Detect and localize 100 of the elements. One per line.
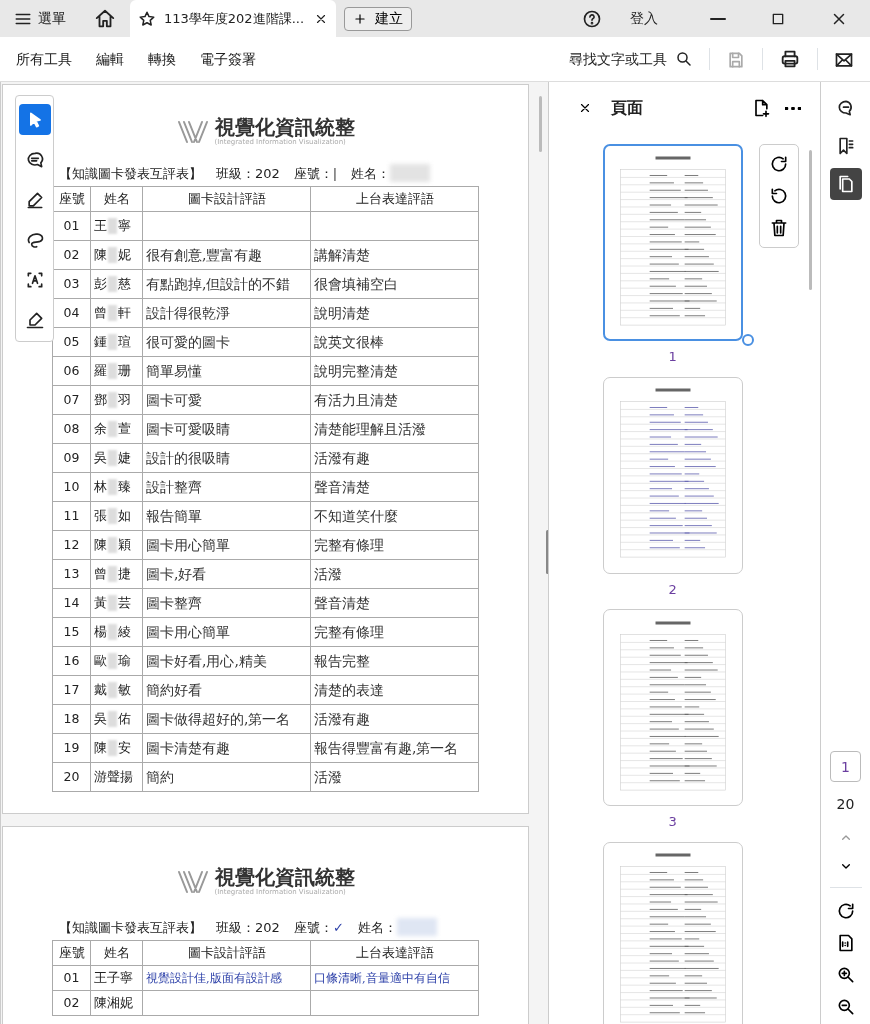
- handwritten-comment: 簡約好看: [146, 681, 202, 698]
- seat-label: 座號：: [293, 165, 333, 181]
- seat-number: 17: [52, 675, 91, 705]
- print-icon: [779, 48, 801, 70]
- page-number: 2: [668, 580, 677, 599]
- name-label: 姓名：: [351, 164, 391, 183]
- toolbar-menu-item[interactable]: 轉換: [148, 48, 176, 70]
- student-name: 吳 佑: [94, 710, 131, 726]
- logo-icon: [176, 119, 211, 146]
- page-total: 20: [836, 795, 855, 814]
- handwritten-comment: 聲音清楚: [314, 478, 370, 495]
- handwritten-comment: 圖卡用心簡單: [146, 623, 230, 640]
- blurred-name: [390, 164, 431, 183]
- page-number-field[interactable]: 1: [830, 751, 862, 782]
- sign-icon: [24, 309, 45, 330]
- seat-number: 11: [52, 501, 91, 531]
- handwritten-comment: 活潑有趣: [314, 710, 370, 727]
- handwritten-comment: 很可愛的圖卡: [146, 333, 230, 350]
- column-header: 圖卡設計評語: [142, 940, 311, 966]
- tab-title[interactable]: 113學年度202進階課...: [164, 8, 306, 29]
- seat-number: 16: [52, 646, 91, 676]
- help-icon: [582, 8, 602, 29]
- document-tab[interactable]: 113學年度202進階課...: [130, 0, 336, 37]
- minimize-icon: [710, 17, 726, 20]
- logo-icon: [176, 869, 211, 896]
- seat-number: 02: [52, 990, 91, 1016]
- seat-number: 18: [52, 704, 91, 734]
- pointer-tool[interactable]: [18, 104, 51, 135]
- seat-number: 07: [52, 385, 91, 415]
- student-name: 戴 敏: [94, 681, 131, 697]
- handwritten-comment: 圖卡做得超好的,第一名: [146, 710, 291, 727]
- toolbar-menu-item[interactable]: 所有工具: [16, 48, 72, 70]
- student-name: 王子寧: [94, 969, 133, 985]
- more-icon: [785, 106, 802, 110]
- student-name: 鍾 瑄: [94, 333, 131, 349]
- handwritten-comment: 不知道笑什麼: [314, 507, 398, 524]
- page-thumbnail[interactable]: [602, 841, 743, 1024]
- handwritten-comment: 視覺設計佳,版面有設計感: [146, 970, 282, 985]
- column-header: 上台表達評語: [310, 186, 479, 212]
- name-label: 姓名：: [357, 918, 397, 937]
- handwritten-comment: 清楚能理解且活潑: [314, 420, 426, 437]
- student-name: 陳 安: [94, 739, 131, 755]
- class-label: 班級：202: [216, 918, 280, 937]
- handwritten-comment: 圖卡,好看: [146, 565, 207, 582]
- student-name: 王 寧: [94, 217, 131, 233]
- handwritten-comment: 有點跑掉,但設計的不錯: [146, 275, 291, 292]
- menu-button[interactable]: 選單: [8, 0, 72, 37]
- print-button[interactable]: [779, 48, 801, 70]
- blurred-name: [396, 918, 437, 937]
- handwritten-comment: 設計的很吸睛: [146, 449, 230, 466]
- toolbar-menu-item[interactable]: 電子簽署: [200, 48, 256, 70]
- page-thumbnail[interactable]: [602, 144, 743, 341]
- handwritten-comment: 報告簡單: [146, 507, 202, 524]
- pages-panel-button[interactable]: [829, 168, 862, 200]
- handwritten-comment: 有活力且清楚: [314, 391, 398, 408]
- resize-handle[interactable]: [742, 334, 755, 346]
- student-name: 楊 綾: [94, 623, 131, 639]
- student-name: 張 如: [94, 507, 131, 523]
- handwritten-comment: 口條清晰,音量適中有自信: [314, 970, 450, 985]
- star-icon[interactable]: [138, 9, 156, 28]
- handwritten-comment: 完整有條理: [314, 623, 384, 640]
- seat-number: 08: [52, 414, 91, 444]
- seat-number: 15: [52, 617, 91, 647]
- search-button[interactable]: 尋找文字或工具: [569, 48, 693, 70]
- handwritten-comment: 講解清楚: [314, 246, 370, 263]
- page-number: 3: [668, 813, 677, 831]
- seat-number: 13: [52, 559, 91, 589]
- scrollbar[interactable]: [539, 96, 542, 152]
- scrollbar[interactable]: [809, 150, 813, 290]
- page-thumbnail[interactable]: [602, 609, 743, 806]
- seat-number: 19: [52, 733, 91, 763]
- student-name: 曾 軒: [94, 304, 131, 320]
- handwritten-comment: 清楚的表達: [314, 681, 384, 698]
- handwritten-comment: 圖卡清楚有趣: [146, 739, 230, 756]
- student-name: 黃 芸: [94, 594, 131, 610]
- handwritten-comment: 圖卡可愛吸睛: [146, 420, 230, 437]
- handwritten-comment: 完整有條理: [314, 536, 384, 553]
- toolbar-menu-item[interactable]: 編輯: [96, 48, 124, 70]
- student-name: 彭 慈: [94, 275, 131, 291]
- page-number: 1: [668, 348, 677, 366]
- student-name: 游聲揚: [94, 768, 133, 784]
- panel-title: 頁面: [611, 97, 644, 119]
- student-name: 陳 穎: [94, 536, 131, 552]
- column-header: 上台表達評語: [310, 940, 479, 966]
- student-name: 羅 珊: [94, 362, 131, 378]
- student-name: 吳 婕: [94, 449, 131, 465]
- splitter-handle[interactable]: [546, 530, 549, 574]
- handwritten-mark: |: [332, 165, 338, 181]
- student-name: 陳湘妮: [94, 994, 133, 1010]
- rotate-clockwise-icon: [769, 154, 790, 174]
- new-button[interactable]: 建立: [344, 6, 412, 31]
- seat-number: 10: [52, 472, 91, 502]
- handwritten-comment: 聲音清楚: [314, 594, 370, 611]
- handwritten-comment: 圖卡好看,用心,精美: [146, 652, 267, 669]
- page-thumbnail[interactable]: [602, 376, 743, 574]
- seat-number: 01: [52, 965, 91, 991]
- handwritten-comment: 報告得豐富有趣,第一名: [314, 739, 459, 756]
- sign-in-button[interactable]: 登入: [624, 0, 664, 37]
- class-label: 班級：202: [216, 164, 280, 183]
- seat-number: 09: [52, 443, 91, 473]
